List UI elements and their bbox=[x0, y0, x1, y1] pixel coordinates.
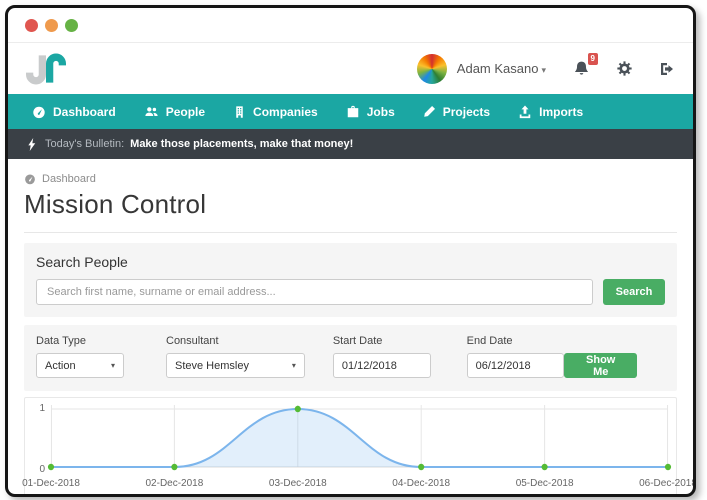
user-avatar[interactable] bbox=[417, 54, 447, 84]
nav-label: People bbox=[166, 105, 205, 119]
briefcase-icon bbox=[346, 105, 360, 119]
users-icon bbox=[144, 105, 159, 119]
gauge-icon bbox=[24, 173, 36, 185]
search-heading: Search People bbox=[36, 254, 665, 270]
chart-body: 1 0 bbox=[29, 405, 668, 471]
chevron-down-icon: ▾ bbox=[541, 65, 546, 75]
app-header: Adam Kasano▾ 9 bbox=[8, 43, 693, 94]
end-date-label: End Date bbox=[467, 335, 565, 347]
nav-item-jobs[interactable]: Jobs bbox=[332, 94, 409, 129]
x-axis-labels: 01-Dec-201802-Dec-201803-Dec-201804-Dec-… bbox=[51, 478, 668, 492]
y-axis: 1 0 bbox=[29, 405, 51, 471]
bulletin-label: Today's Bulletin: bbox=[45, 138, 124, 150]
start-date-label: Start Date bbox=[333, 335, 431, 347]
x-axis-label: 01-Dec-2018 bbox=[22, 478, 80, 489]
chevron-down-icon: ▾ bbox=[292, 361, 296, 370]
app-logo-icon[interactable] bbox=[26, 49, 66, 89]
search-row: Search bbox=[36, 279, 665, 305]
page-title: Mission Control bbox=[24, 189, 677, 220]
sign-out-button[interactable] bbox=[659, 61, 675, 77]
nav-label: Jobs bbox=[367, 105, 395, 119]
search-people-panel: Search People Search bbox=[24, 243, 677, 317]
user-name: Adam Kasano bbox=[457, 61, 539, 76]
divider bbox=[24, 232, 677, 233]
x-axis-label: 02-Dec-2018 bbox=[145, 478, 203, 489]
start-date-input[interactable] bbox=[333, 353, 431, 378]
chart-filters-panel: Data Type Action ▾ Consultant Steve Hems… bbox=[24, 325, 677, 391]
maximize-window-dot[interactable] bbox=[65, 19, 78, 32]
nav-item-projects[interactable]: Projects bbox=[409, 94, 504, 129]
x-axis-label: 06-Dec-2018 bbox=[639, 478, 696, 489]
main-content: Dashboard Mission Control Search People … bbox=[8, 173, 693, 497]
gear-icon bbox=[617, 61, 632, 76]
consultant-label: Consultant bbox=[166, 335, 305, 347]
nav-label: Dashboard bbox=[53, 105, 116, 119]
breadcrumb-label: Dashboard bbox=[42, 173, 96, 185]
data-type-select[interactable]: Action ▾ bbox=[36, 353, 124, 378]
pencil-icon bbox=[423, 105, 436, 118]
start-date-field: Start Date bbox=[333, 335, 431, 378]
nav-item-people[interactable]: People bbox=[130, 94, 219, 129]
trend-chart-svg bbox=[51, 405, 668, 471]
x-axis-label: 03-Dec-2018 bbox=[269, 478, 327, 489]
chart-plot-area[interactable] bbox=[51, 405, 668, 471]
nav-label: Projects bbox=[443, 105, 490, 119]
app-window: Adam Kasano▾ 9 bbox=[5, 5, 696, 497]
nav-item-companies[interactable]: Companies bbox=[219, 94, 332, 129]
notification-badge: 9 bbox=[588, 53, 598, 65]
nav-label: Companies bbox=[253, 105, 318, 119]
bulletin-message: Make those placements, make that money! bbox=[130, 138, 353, 150]
bolt-icon bbox=[27, 138, 37, 151]
x-axis-label: 05-Dec-2018 bbox=[516, 478, 574, 489]
show-me-button[interactable]: Show Me bbox=[564, 353, 637, 378]
consultant-field: Consultant Steve Hemsley ▾ bbox=[166, 335, 305, 378]
end-date-input[interactable] bbox=[467, 353, 565, 378]
notifications-button[interactable]: 9 bbox=[573, 60, 590, 77]
data-type-value: Action bbox=[45, 360, 76, 372]
window-titlebar bbox=[8, 8, 693, 43]
activity-chart-panel: 1 0 01-Dec-2018 02-Dec-2018 03-Dec-2018 04-… bbox=[24, 397, 677, 497]
nav-item-dashboard[interactable]: Dashboard bbox=[18, 94, 130, 129]
settings-button[interactable] bbox=[617, 61, 632, 76]
main-nav: Dashboard People Companies Jobs Pro bbox=[8, 94, 693, 129]
building-icon bbox=[233, 105, 246, 119]
bulletin-bar: Today's Bulletin: Make those placements,… bbox=[8, 129, 693, 159]
close-window-dot[interactable] bbox=[25, 19, 38, 32]
header-user-area: Adam Kasano▾ 9 bbox=[417, 54, 675, 84]
gauge-icon bbox=[32, 105, 46, 119]
data-type-field: Data Type Action ▾ bbox=[36, 335, 124, 378]
minimize-window-dot[interactable] bbox=[45, 19, 58, 32]
search-input[interactable] bbox=[36, 279, 593, 305]
consultant-select[interactable]: Steve Hemsley ▾ bbox=[166, 353, 305, 378]
y-axis-tick-max: 1 bbox=[39, 403, 45, 414]
data-type-label: Data Type bbox=[36, 335, 124, 347]
nav-label: Imports bbox=[539, 105, 583, 119]
y-axis-tick-min: 0 bbox=[39, 464, 45, 475]
breadcrumb[interactable]: Dashboard bbox=[24, 173, 677, 185]
sign-out-icon bbox=[659, 61, 675, 77]
chevron-down-icon: ▾ bbox=[111, 361, 115, 370]
search-button[interactable]: Search bbox=[603, 279, 665, 305]
nav-item-imports[interactable]: Imports bbox=[504, 94, 597, 129]
user-menu[interactable]: Adam Kasano▾ bbox=[457, 61, 546, 76]
consultant-value: Steve Hemsley bbox=[175, 360, 249, 372]
end-date-field: End Date bbox=[467, 335, 565, 378]
upload-icon bbox=[518, 105, 532, 119]
x-axis-label: 04-Dec-2018 bbox=[392, 478, 450, 489]
